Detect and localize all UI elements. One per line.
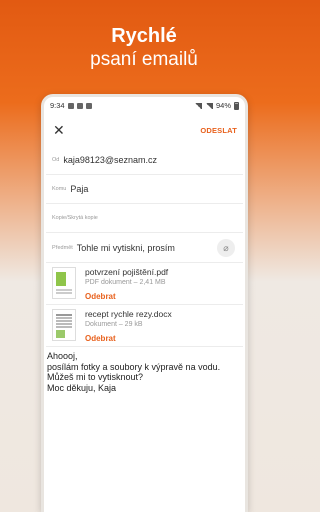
send-button[interactable]: ODESLAT [200, 126, 237, 135]
to-value: Paja [70, 184, 89, 194]
compose-toolbar: ✕ ODESLAT [44, 114, 245, 146]
cc-field[interactable]: Kopie/Skrytá kopie [46, 204, 243, 233]
mail-icon [85, 102, 92, 109]
battery-percent: 94% [215, 101, 231, 110]
notification-icon [67, 102, 74, 109]
attachment-meta: PDF dokument – 2,41 MB [85, 279, 166, 286]
promo-heading: Rychlé psaní emailů [0, 24, 288, 72]
subject-label: Předmět [52, 244, 73, 251]
from-field[interactable]: Od kaja98123@seznam.cz [46, 146, 243, 175]
signal-icon [204, 102, 213, 109]
remove-attachment-button[interactable]: Odebrat [85, 290, 168, 303]
wifi-icon [193, 102, 202, 109]
cc-label: Kopie/Skrytá kopie [52, 215, 98, 221]
subject-value: Tohle mi vytiskni, prosím [76, 242, 175, 253]
subject-field[interactable]: Předmět Tohle mi vytiskni, prosím ⌀ [46, 233, 243, 263]
pdf-thumbnail [52, 267, 76, 299]
remove-attachment-button[interactable]: Odebrat [85, 332, 172, 345]
attachment-meta: Dokument – 29 kB [85, 321, 143, 328]
from-label: Od [52, 157, 60, 163]
promo-subtitle: psaní emailů [90, 49, 198, 70]
message-body[interactable]: Ahoooj, posílám fotky a soubory k výprav… [44, 347, 245, 397]
status-time: 9:34 [50, 101, 65, 110]
to-field[interactable]: Komu Paja [46, 175, 243, 204]
battery-icon [234, 101, 239, 110]
paperclip-icon[interactable]: ⌀ [217, 239, 235, 257]
promo-title: Rychlé [111, 25, 177, 47]
attachment-name: potvrzení pojištění.pdf [85, 267, 169, 277]
from-value: kaja98123@seznam.cz [63, 155, 158, 165]
close-icon[interactable]: ✕ [53, 123, 65, 137]
attachment-name: recept rychle rezy.docx [85, 309, 172, 319]
phone-screen: 9:34 94% ✕ ODESLAT Od kaja98123@seznam.c… [41, 94, 248, 512]
doc-thumbnail [52, 309, 76, 341]
attachment-item[interactable]: potvrzení pojištění.pdf PDF dokument – 2… [46, 263, 243, 305]
status-bar: 9:34 94% [44, 97, 245, 114]
to-label: Komu [52, 186, 67, 192]
image-icon [76, 102, 83, 109]
attachment-item[interactable]: recept rychle rezy.docx Dokument – 29 kB… [46, 305, 243, 347]
